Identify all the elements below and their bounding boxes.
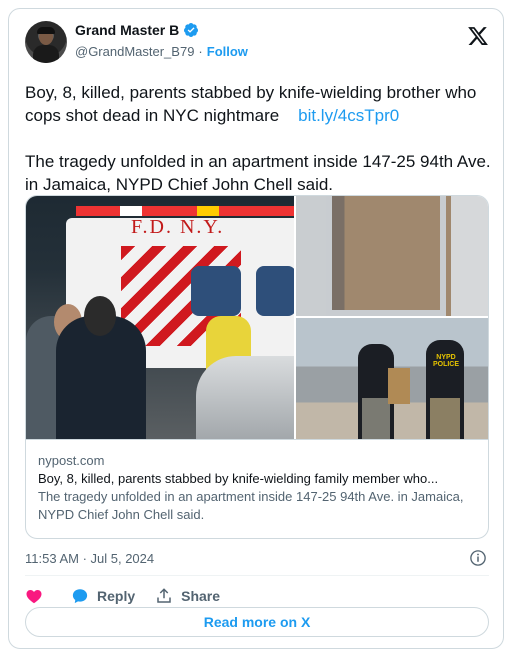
tweet-paragraph-2: The tragedy unfolded in an apartment ins…	[25, 152, 491, 194]
author-handle[interactable]: @GrandMaster_B79	[75, 44, 194, 59]
tweet-paragraph-1: Boy, 8, killed, parents stabbed by knife…	[25, 81, 493, 127]
x-logo-icon[interactable]	[467, 25, 489, 47]
police-text: NYPD POLICE	[432, 354, 460, 368]
tweet-actions: Reply Share	[25, 585, 240, 607]
preview-domain: nypost.com	[38, 453, 105, 468]
ambulance-photo: F.D. N.Y.	[26, 196, 294, 439]
author-name[interactable]: Grand Master B	[75, 22, 179, 38]
avatar[interactable]	[25, 21, 67, 63]
tweet-header: Grand Master B @GrandMaster_B79 · Follow	[25, 21, 489, 65]
divider	[25, 575, 489, 576]
preview-headline: Boy, 8, killed, parents stabbed by knife…	[38, 471, 439, 486]
link-preview-meta[interactable]: nypost.com Boy, 8, killed, parents stabb…	[26, 439, 488, 538]
handle-row: @GrandMaster_B79 · Follow	[75, 44, 248, 59]
preview-description: The tragedy unfolded in an apartment ins…	[38, 489, 464, 522]
link-preview-card[interactable]: F.D. N.Y. NYPD POLICE nypost.com Boy, 8,…	[25, 195, 489, 539]
info-icon[interactable]	[469, 549, 487, 567]
reply-icon	[72, 589, 88, 604]
follow-button[interactable]: Follow	[207, 44, 248, 59]
door-photo	[296, 196, 488, 316]
author-name-row: Grand Master B	[75, 22, 199, 38]
share-label: Share	[181, 588, 221, 604]
like-button[interactable]	[25, 587, 51, 605]
tweet-text: Boy, 8, killed, parents stabbed by knife…	[25, 81, 493, 196]
heart-icon	[26, 590, 42, 604]
share-button[interactable]: Share	[155, 587, 220, 605]
tweet-paragraph-1-text: Boy, 8, killed, parents stabbed by knife…	[25, 83, 477, 125]
reply-button[interactable]: Reply	[71, 587, 135, 605]
separator-dot: ·	[198, 44, 203, 59]
ambulance-text: F.D. N.Y.	[131, 216, 225, 238]
tweet-timestamp[interactable]: 11:53 AM · Jul 5, 2024	[25, 551, 154, 566]
tweet-card: Grand Master B @GrandMaster_B79 · Follow…	[8, 8, 504, 649]
police-photo: NYPD POLICE	[296, 318, 488, 439]
tweet-link[interactable]: bit.ly/4csTpr0	[298, 106, 399, 125]
verified-icon	[184, 23, 199, 37]
read-more-button[interactable]: Read more on X	[25, 607, 489, 637]
share-icon	[157, 588, 171, 603]
reply-label: Reply	[97, 588, 136, 604]
